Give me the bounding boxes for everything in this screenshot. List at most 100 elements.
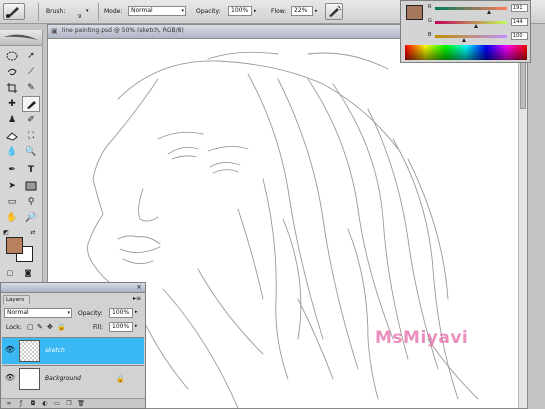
- fill-input[interactable]: 100%: [109, 322, 133, 332]
- tool-preset-button[interactable]: [3, 3, 25, 20]
- dodge-tool-icon[interactable]: 🔍: [22, 144, 40, 160]
- lock-transparency-icon[interactable]: ▢: [27, 323, 34, 331]
- opacity-label: Opacity:: [196, 8, 221, 15]
- opacity-slider-toggle[interactable]: ▸: [254, 6, 257, 17]
- lasso-tool-icon[interactable]: [3, 64, 21, 80]
- layer-opacity-label: Opacity:: [78, 310, 103, 317]
- close-icon[interactable]: ×: [136, 283, 142, 291]
- red-value[interactable]: 191: [511, 4, 528, 12]
- eye-icon[interactable]: 👁: [4, 345, 16, 357]
- history-brush-tool-icon[interactable]: ✐: [22, 112, 40, 128]
- chevron-down-icon: ▾: [86, 8, 89, 14]
- vertical-scrollbar[interactable]: [518, 39, 527, 408]
- new-group-icon[interactable]: ▭: [53, 400, 61, 407]
- paint-bucket-tool-icon[interactable]: ⛶: [22, 128, 40, 144]
- fill-label: Fill:: [93, 324, 104, 331]
- layers-panel: × Layers ▸≡ Normal ▾ Opacity: 100% ▸ Loc…: [0, 282, 146, 409]
- blur-tool-icon[interactable]: 💧: [3, 144, 21, 160]
- tab-layers[interactable]: Layers: [3, 295, 30, 304]
- blend-mode-value: Normal: [7, 309, 29, 316]
- brush-icon: [6, 7, 19, 18]
- eraser-tool-icon[interactable]: [3, 128, 21, 144]
- layers-panel-footer: ∞ ƒ ◘ ◐ ▭ ❐ 🗑: [1, 398, 145, 408]
- flow-input[interactable]: 22%: [291, 6, 313, 16]
- separator: [38, 3, 39, 21]
- new-layer-icon[interactable]: ❐: [65, 400, 73, 407]
- toolbox-header[interactable]: [0, 30, 42, 46]
- opacity-value: 100%: [231, 7, 249, 14]
- document-icon: ▣: [51, 27, 58, 35]
- adjustment-layer-icon[interactable]: ◐: [41, 400, 49, 407]
- lock-position-icon[interactable]: ✥: [47, 323, 53, 331]
- document-title: line painting.psd @ 50% (sketch, RGB/8): [62, 27, 184, 34]
- layer-row-background[interactable]: 👁 Background 🔒: [2, 365, 144, 392]
- blue-value[interactable]: 100: [511, 32, 528, 40]
- default-colors-icon[interactable]: ◩: [1, 228, 11, 236]
- foreground-color-swatch[interactable]: [6, 237, 23, 254]
- link-layers-icon[interactable]: ∞: [5, 400, 13, 407]
- layers-panel-header[interactable]: ×: [1, 283, 145, 293]
- move-tool-icon[interactable]: ➚: [22, 48, 40, 64]
- chevron-right-icon[interactable]: ▸: [135, 309, 138, 315]
- layer-style-icon[interactable]: ƒ: [17, 400, 25, 407]
- blue-slider[interactable]: [435, 35, 507, 38]
- rectangle-tool-icon[interactable]: [22, 178, 40, 194]
- layer-row-sketch[interactable]: 👁 sketch: [2, 337, 144, 364]
- crop-tool-icon[interactable]: [3, 80, 21, 96]
- chevron-right-icon[interactable]: ▸: [135, 323, 138, 329]
- marquee-tool-icon[interactable]: [3, 48, 21, 64]
- mode-value: Normal: [131, 7, 153, 14]
- green-value[interactable]: 144: [511, 18, 528, 26]
- layer-name: Background: [45, 375, 81, 382]
- layer-thumbnail-sketch: [19, 340, 40, 362]
- red-slider-thumb[interactable]: [487, 10, 491, 14]
- fill-value: 100%: [112, 323, 130, 330]
- photoshop-window: Brush: 9 ▾ Mode: Normal ▾ Opacity: 100% …: [0, 0, 545, 409]
- layer-opacity-input[interactable]: 100%: [109, 308, 133, 318]
- healing-brush-tool-icon[interactable]: ✚: [3, 96, 21, 112]
- blend-mode-select[interactable]: Normal ▾: [4, 308, 72, 318]
- airbrush-icon: [329, 5, 342, 17]
- brush-size-picker[interactable]: 9 ▾: [75, 6, 95, 20]
- airbrush-button[interactable]: [325, 3, 343, 20]
- lock-all-icon[interactable]: 🔒: [57, 323, 66, 331]
- hand-tool-icon[interactable]: ✋: [3, 210, 21, 226]
- lock-icon: 🔒: [116, 375, 125, 383]
- color-spectrum-ramp[interactable]: [405, 45, 527, 60]
- feather-logo-icon: [4, 34, 38, 40]
- trash-icon[interactable]: 🗑: [77, 400, 85, 407]
- blue-slider-thumb[interactable]: [462, 38, 466, 42]
- mode-select[interactable]: Normal ▾: [128, 6, 186, 16]
- slice-tool-icon[interactable]: ✎: [22, 80, 40, 96]
- notes-tool-icon[interactable]: ▭: [3, 194, 21, 210]
- eyedropper-tool-icon[interactable]: ⚲: [22, 194, 40, 210]
- toolbox: ➚ ⟋ ✎ ✚ ♟ ✐ ⛶ 💧 🔍 ✒ T ➤ ▭ ⚲ ✋ 🔎 ◩ ⇄ ▢ ◙: [0, 30, 43, 288]
- quick-mask-mode-icon[interactable]: ◙: [22, 268, 34, 278]
- green-slider[interactable]: [435, 21, 507, 24]
- swap-colors-icon[interactable]: ⇄: [28, 228, 38, 236]
- layer-opacity-value: 100%: [112, 309, 130, 316]
- opacity-input[interactable]: 100%: [228, 6, 252, 16]
- eye-icon[interactable]: 👁: [4, 373, 16, 385]
- clone-stamp-tool-icon[interactable]: ♟: [3, 112, 21, 128]
- type-tool-icon[interactable]: T: [22, 162, 40, 178]
- panel-menu-icon[interactable]: ▸≡: [133, 295, 141, 302]
- green-slider-thumb[interactable]: [474, 24, 478, 28]
- red-slider[interactable]: [435, 7, 507, 10]
- panel-color-swatch[interactable]: [406, 5, 423, 20]
- add-mask-icon[interactable]: ◘: [29, 400, 37, 407]
- chevron-down-icon: ▾: [67, 310, 70, 316]
- flow-slider-toggle[interactable]: ▸: [315, 6, 318, 17]
- lock-image-icon[interactable]: ✎: [37, 323, 43, 331]
- green-channel-label: G: [428, 18, 432, 24]
- zoom-tool-icon[interactable]: 🔎: [22, 210, 40, 226]
- brush-size-value: 9: [78, 14, 82, 20]
- pen-tool-icon[interactable]: ✒: [3, 162, 21, 178]
- brush-tool-icon[interactable]: [22, 96, 40, 112]
- separator: [98, 3, 99, 21]
- color-panel: R 191 G 144 B 100: [400, 0, 531, 63]
- magic-wand-tool-icon[interactable]: ⟋: [22, 64, 40, 80]
- standard-mode-icon[interactable]: ▢: [4, 268, 16, 278]
- layer-thumbnail-background: [19, 368, 40, 390]
- path-selection-tool-icon[interactable]: ➤: [3, 178, 21, 194]
